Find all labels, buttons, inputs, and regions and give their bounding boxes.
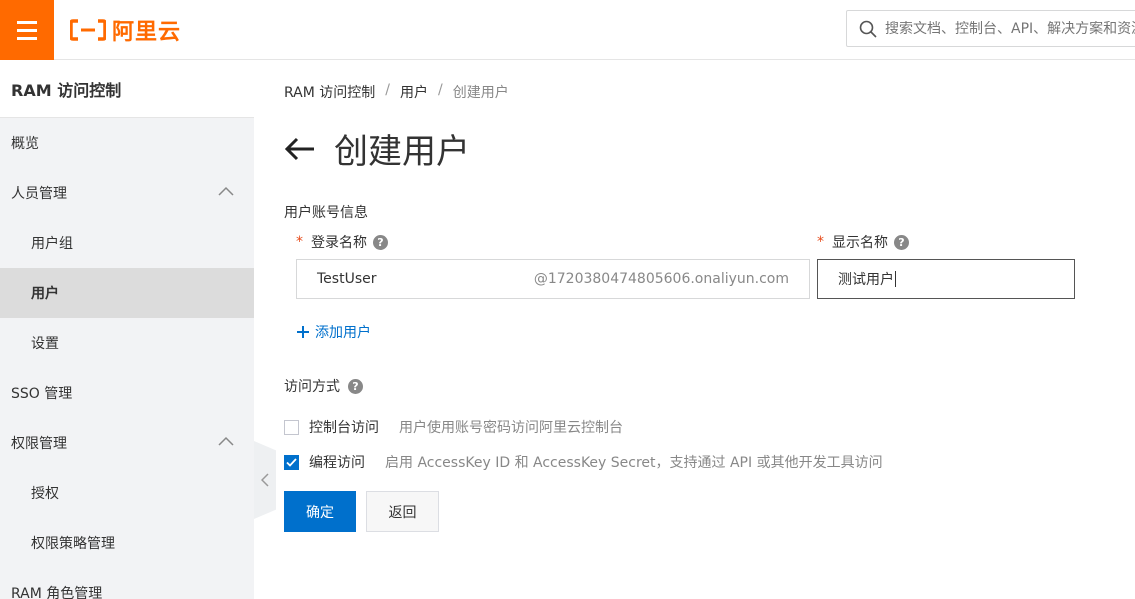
chevron-up-icon — [218, 436, 234, 446]
top-bar: 阿里云 — [0, 0, 1135, 60]
sidebar-item-label: 人员管理 — [11, 186, 67, 202]
access-method-label: 访问方式 ? — [284, 376, 363, 396]
sidebar-item-settings[interactable]: 设置 — [0, 318, 254, 368]
sidebar-item-label: 用户 — [31, 286, 59, 302]
breadcrumb-separator: / — [438, 82, 443, 98]
plus-icon — [297, 326, 309, 338]
login-name-value: TestUser — [317, 271, 377, 287]
sidebar-item-label: 授权 — [31, 486, 59, 502]
sidebar-collapse-handle[interactable] — [254, 441, 276, 519]
back-arrow-icon[interactable] — [284, 137, 316, 161]
sidebar-item-users[interactable]: 用户 — [0, 268, 254, 318]
aliyun-logo[interactable]: 阿里云 — [70, 16, 182, 45]
sidebar-item-identity-management[interactable]: 人员管理 — [0, 168, 254, 218]
chevron-left-icon — [261, 473, 269, 487]
sidebar-item-label: 概览 — [11, 136, 39, 152]
display-name-value: 测试用户 — [838, 272, 894, 288]
help-icon[interactable]: ? — [373, 234, 388, 250]
sidebar: RAM 访问控制 概览 人员管理 用户组 用户 设置 SSO 管理 权限管理 授… — [0, 60, 254, 599]
sidebar-item-overview[interactable]: 概览 — [0, 118, 254, 168]
chevron-up-icon — [218, 186, 234, 196]
required-mark: * — [817, 234, 824, 250]
console-access-title: 控制台访问 — [309, 420, 379, 436]
breadcrumb-item-current: 创建用户 — [452, 85, 509, 101]
sidebar-item-label: 权限策略管理 — [31, 536, 115, 552]
sidebar-item-label: 用户组 — [31, 236, 73, 252]
breadcrumb-separator: / — [385, 82, 390, 98]
sidebar-item-grants[interactable]: 授权 — [0, 468, 254, 518]
programmatic-access-checkbox[interactable] — [284, 454, 299, 470]
search-icon — [859, 20, 877, 38]
programmatic-access-title: 编程访问 — [309, 455, 365, 471]
add-user-button[interactable]: 添加用户 — [296, 322, 371, 342]
sidebar-item-label: RAM 角色管理 — [11, 586, 103, 599]
page-title: 创建用户 — [334, 132, 470, 172]
help-icon[interactable]: ? — [894, 234, 909, 250]
login-name-field[interactable]: TestUser @1720380474805606.onaliyun.com — [296, 259, 810, 299]
sidebar-item-roles[interactable]: RAM 角色管理 — [0, 568, 254, 599]
login-name-label-text: 登录名称 — [311, 235, 367, 251]
programmatic-access-option[interactable]: 编程访问 启用 AccessKey ID 和 AccessKey Secret，… — [284, 452, 883, 472]
main-content: RAM 访问控制 / 用户 / 创建用户 创建用户 用户账号信息 * 登录名称 … — [284, 60, 1135, 599]
menu-icon[interactable] — [0, 0, 54, 60]
console-access-option[interactable]: 控制台访问 用户使用账号密码访问阿里云控制台 — [284, 417, 623, 437]
global-search[interactable] — [846, 10, 1135, 47]
checkmark-icon — [286, 457, 297, 467]
search-input[interactable] — [885, 20, 1135, 37]
help-icon[interactable]: ? — [348, 378, 363, 394]
access-method-label-text: 访问方式 — [284, 379, 340, 395]
required-mark: * — [296, 234, 303, 250]
breadcrumb-item-users[interactable]: 用户 — [400, 82, 428, 102]
sidebar-item-permissions[interactable]: 权限管理 — [0, 418, 254, 468]
breadcrumb-item-ram[interactable]: RAM 访问控制 — [284, 82, 375, 102]
login-name-suffix: @1720380474805606.onaliyun.com — [533, 271, 789, 287]
login-name-label: * 登录名称 ? — [296, 232, 388, 252]
page-header: 创建用户 — [284, 124, 470, 173]
sidebar-item-sso[interactable]: SSO 管理 — [0, 368, 254, 418]
add-user-label: 添加用户 — [315, 325, 371, 341]
display-name-label: * 显示名称 ? — [817, 232, 909, 252]
sidebar-item-label: SSO 管理 — [11, 386, 73, 402]
console-access-checkbox[interactable] — [284, 419, 299, 435]
sidebar-item-policies[interactable]: 权限策略管理 — [0, 518, 254, 568]
confirm-button[interactable]: 确定 — [284, 491, 356, 532]
sidebar-item-label: 设置 — [31, 336, 59, 352]
sidebar-item-groups[interactable]: 用户组 — [0, 218, 254, 268]
sidebar-title: RAM 访问控制 — [0, 60, 254, 118]
display-name-label-text: 显示名称 — [832, 235, 888, 251]
back-button[interactable]: 返回 — [366, 491, 439, 532]
section-label-account-info: 用户账号信息 — [284, 205, 368, 221]
logo-text: 阿里云 — [112, 20, 182, 45]
text-caret — [895, 271, 896, 287]
breadcrumb: RAM 访问控制 / 用户 / 创建用户 — [284, 82, 509, 102]
display-name-field[interactable]: 测试用户 — [817, 259, 1075, 299]
programmatic-access-desc: 启用 AccessKey ID 和 AccessKey Secret，支持通过 … — [385, 455, 883, 471]
sidebar-item-label: 权限管理 — [11, 436, 67, 452]
aliyun-logo-icon — [70, 19, 106, 41]
console-access-desc: 用户使用账号密码访问阿里云控制台 — [399, 420, 623, 436]
